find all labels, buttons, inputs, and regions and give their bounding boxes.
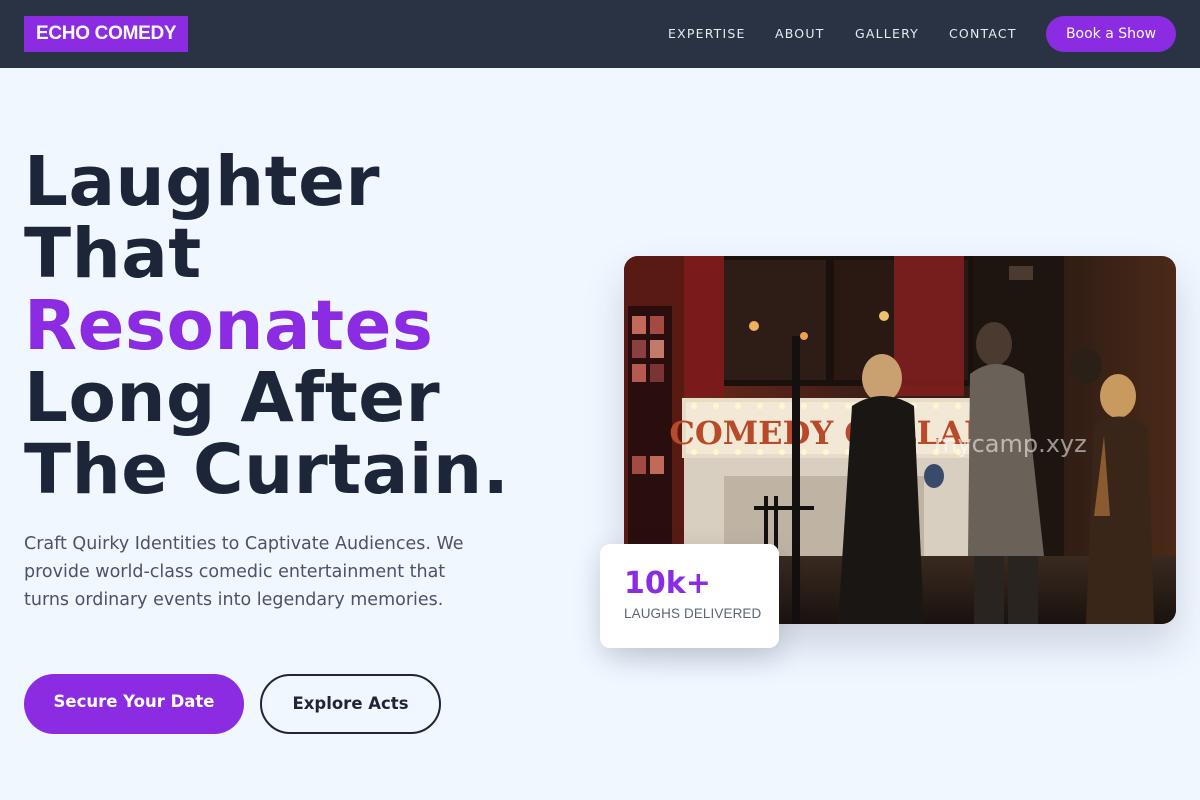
nav-link-about[interactable]: ABOUT	[775, 0, 825, 68]
explore-acts-button[interactable]: Explore Acts	[260, 674, 441, 734]
book-show-button[interactable]: Book a Show	[1046, 16, 1176, 52]
nav-link-expertise[interactable]: EXPERTISE	[668, 0, 746, 68]
stat-card: 10k+ LAUGHS DELIVERED	[600, 544, 779, 648]
top-navbar: ECHO COMEDY EXPERTISE ABOUT GALLERY CONT…	[0, 0, 1200, 68]
hero-headline: Laughter That Resonates Long After The C…	[24, 146, 509, 506]
stat-label: LAUGHS DELIVERED	[624, 606, 762, 621]
image-watermark: mycamp.xyz	[934, 430, 1087, 458]
stat-value: 10k+	[624, 566, 711, 601]
nav-link-contact[interactable]: CONTACT	[949, 0, 1017, 68]
secure-date-button[interactable]: Secure Your Date	[24, 674, 244, 734]
headline-line: The Curtain.	[24, 430, 510, 510]
headline-line: Laughter	[24, 142, 380, 222]
nav-link-gallery[interactable]: GALLERY	[855, 0, 919, 68]
headline-line: Long After	[24, 358, 441, 438]
headline-accent-line: Resonates	[24, 286, 434, 366]
headline-line: That	[24, 214, 202, 294]
brand-logo[interactable]: ECHO COMEDY	[24, 16, 189, 52]
hero-subtext: Craft Quirky Identities to Captivate Aud…	[24, 534, 464, 610]
